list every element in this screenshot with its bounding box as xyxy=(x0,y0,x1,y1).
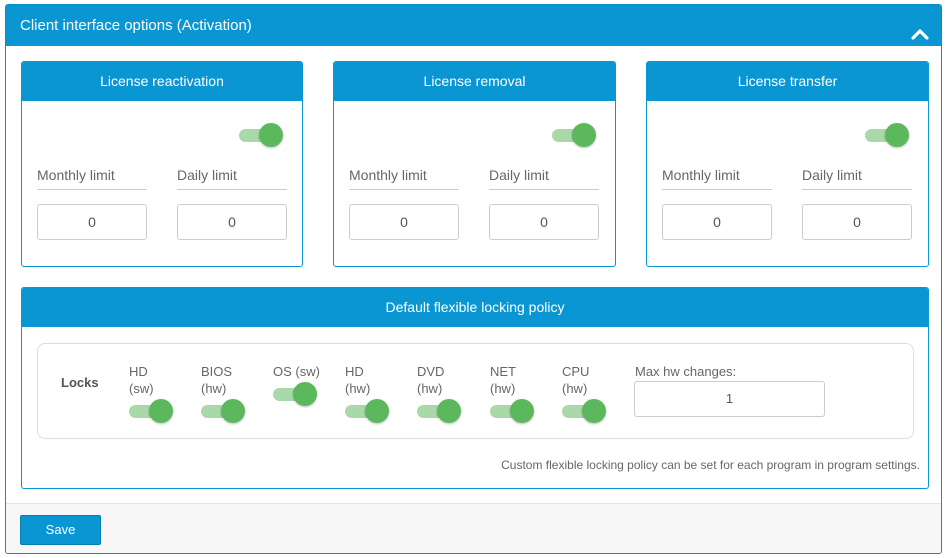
monthly-limit-input[interactable]: 0 xyxy=(37,204,147,240)
card-title: Default flexible locking policy xyxy=(22,288,928,327)
card-license-transfer: License transfer Monthly limit Daily lim… xyxy=(646,61,929,267)
daily-limit-input[interactable]: 0 xyxy=(802,204,912,240)
lock-label-line2: (hw) xyxy=(417,381,443,396)
removal-toggle[interactable] xyxy=(552,123,596,147)
panel-footer: Save xyxy=(6,503,941,553)
lock-label-line1: HD xyxy=(345,364,364,379)
card-flexible-locking-policy: Default flexible locking policy Locks HD… xyxy=(21,287,929,489)
daily-limit-input[interactable]: 0 xyxy=(177,204,287,240)
card-title: License removal xyxy=(334,62,615,101)
policy-note: Custom flexible locking policy can be se… xyxy=(501,458,920,472)
lock-dvd-hw: DVD (hw) xyxy=(417,363,477,423)
daily-limit-input[interactable]: 0 xyxy=(489,204,599,240)
transfer-toggle[interactable] xyxy=(865,123,909,147)
activation-options-panel: Client interface options (Activation) Li… xyxy=(5,4,942,554)
lock-label-line1: DVD xyxy=(417,364,445,379)
lock-cpu-hw: CPU (hw) xyxy=(562,363,622,423)
lock-net-hw-toggle[interactable] xyxy=(490,399,534,423)
lock-label-line2: (hw) xyxy=(562,381,588,396)
lock-label-line2: (sw) xyxy=(129,381,154,396)
lock-hd-sw: HD (sw) xyxy=(129,363,189,423)
card-license-removal: License removal Monthly limit Daily limi… xyxy=(333,61,616,267)
max-hw-changes-input[interactable]: 1 xyxy=(634,381,825,417)
lock-label-line2: (hw) xyxy=(345,381,371,396)
lock-label-line2: (hw) xyxy=(201,381,227,396)
max-hw-changes-label: Max hw changes: xyxy=(635,364,737,379)
daily-limit-label: Daily limit xyxy=(802,167,912,190)
monthly-limit-label: Monthly limit xyxy=(349,167,459,190)
lock-label-line1: NET xyxy=(490,364,516,379)
locks-box: Locks HD (sw) BIOS (hw) OS (sw) HD (hw) xyxy=(37,343,914,439)
card-title: License transfer xyxy=(647,62,928,101)
panel-title: Client interface options (Activation) xyxy=(20,17,252,34)
chevron-up-icon[interactable] xyxy=(911,17,929,40)
lock-bios-hw: BIOS (hw) xyxy=(201,363,261,423)
lock-net-hw: NET (hw) xyxy=(490,363,550,423)
reactivation-toggle[interactable] xyxy=(239,123,283,147)
lock-label-line1: BIOS xyxy=(201,364,233,379)
monthly-limit-input[interactable]: 0 xyxy=(349,204,459,240)
lock-hd-hw: HD (hw) xyxy=(345,363,405,423)
card-title: License reactivation xyxy=(22,62,302,101)
daily-limit-label: Daily limit xyxy=(489,167,599,190)
monthly-limit-label: Monthly limit xyxy=(37,167,147,190)
lock-hd-sw-toggle[interactable] xyxy=(129,399,173,423)
lock-dvd-hw-toggle[interactable] xyxy=(417,399,461,423)
locks-label: Locks xyxy=(61,375,99,390)
lock-label-line2: (hw) xyxy=(490,381,516,396)
lock-label-line1: OS (sw) xyxy=(273,364,320,379)
lock-os-sw: OS (sw) xyxy=(273,363,333,406)
card-license-reactivation: License reactivation Monthly limit Daily… xyxy=(21,61,303,267)
lock-os-sw-toggle[interactable] xyxy=(273,382,317,406)
lock-label-line1: CPU xyxy=(562,364,590,379)
save-button[interactable]: Save xyxy=(20,515,101,545)
panel-header: Client interface options (Activation) xyxy=(6,5,941,46)
lock-cpu-hw-toggle[interactable] xyxy=(562,399,606,423)
lock-hd-hw-toggle[interactable] xyxy=(345,399,389,423)
lock-bios-hw-toggle[interactable] xyxy=(201,399,245,423)
monthly-limit-label: Monthly limit xyxy=(662,167,772,190)
lock-label-line1: HD xyxy=(129,364,148,379)
daily-limit-label: Daily limit xyxy=(177,167,287,190)
monthly-limit-input[interactable]: 0 xyxy=(662,204,772,240)
